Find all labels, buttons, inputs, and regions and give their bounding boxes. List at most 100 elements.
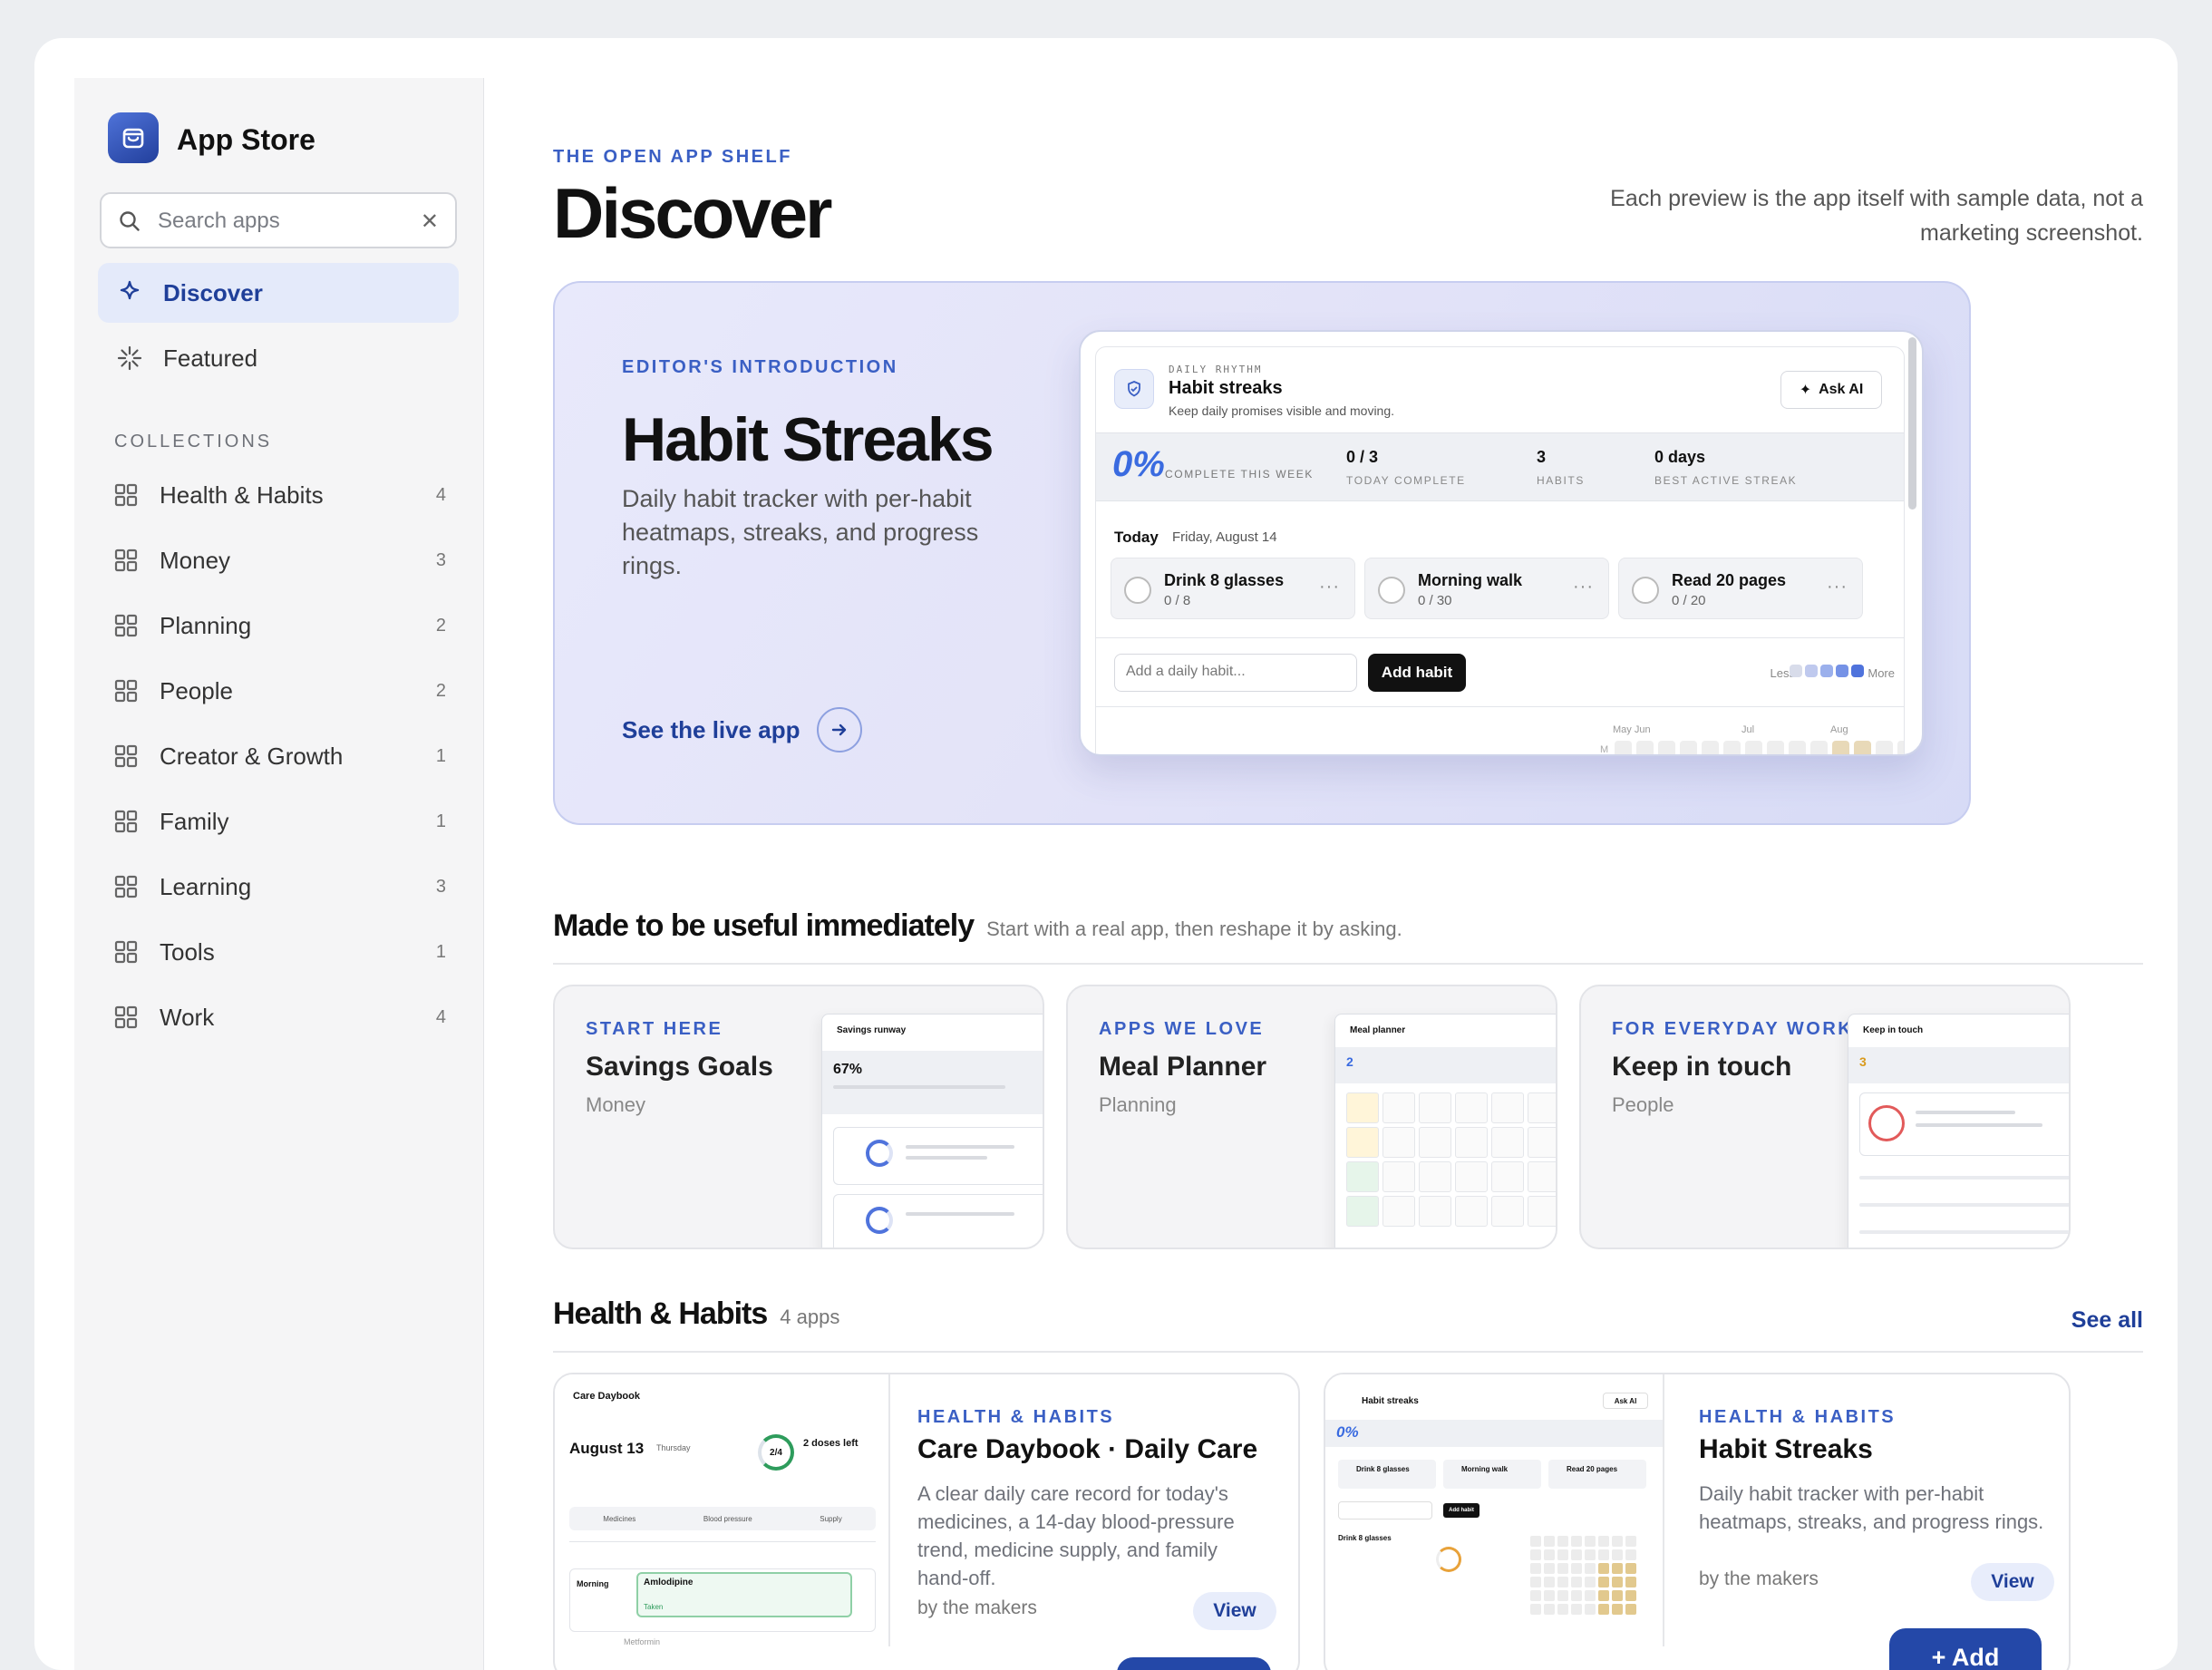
divider bbox=[1096, 637, 1904, 638]
collection-money[interactable]: Money 3 bbox=[114, 542, 446, 578]
collection-creator-growth[interactable]: Creator & Growth 1 bbox=[114, 738, 446, 774]
heatmap-cell bbox=[1636, 741, 1654, 754]
see-live-app-link[interactable]: See the live app bbox=[622, 707, 862, 752]
collection-label: Planning bbox=[160, 611, 252, 639]
month-label: May Jun bbox=[1613, 724, 1651, 735]
collection-work[interactable]: Work 4 bbox=[114, 999, 446, 1035]
heatmap-cell bbox=[1557, 1604, 1568, 1615]
burst-icon bbox=[116, 345, 143, 372]
preview-scrollbar[interactable] bbox=[1908, 337, 1916, 510]
meal-cell bbox=[1419, 1092, 1451, 1123]
heatmap-cell bbox=[1585, 1536, 1596, 1547]
grid-icon bbox=[114, 875, 138, 898]
grid-icon bbox=[114, 1005, 138, 1029]
collection-planning[interactable]: Planning 2 bbox=[114, 607, 446, 644]
clear-search-icon[interactable]: ✕ bbox=[421, 209, 439, 235]
ask-ai-button[interactable]: ✦ Ask AI bbox=[1780, 371, 1882, 409]
heatmap-cell bbox=[1876, 741, 1893, 754]
sidebar: App Store ✕ Discover Featured COLLECTION… bbox=[74, 78, 484, 1670]
month-label: Aug bbox=[1830, 724, 1848, 735]
heatmap-cell bbox=[1571, 1549, 1582, 1560]
promo-preview: Meal planner 2 bbox=[1334, 1014, 1556, 1248]
sidebar-item-featured[interactable]: Featured bbox=[98, 328, 459, 388]
add-habit-button[interactable]: Add habit bbox=[1368, 654, 1466, 692]
heatmap-cell bbox=[1544, 1536, 1555, 1547]
habit-card[interactable]: Drink 8 glasses 0 / 8 ··· bbox=[1111, 558, 1355, 619]
hero-app-preview[interactable]: DAILY RHYTHM Habit streaks Keep daily pr… bbox=[1079, 330, 1924, 756]
habit-name: Morning walk bbox=[1418, 571, 1523, 589]
main-content: THE OPEN APP SHELF Discover Each preview… bbox=[553, 38, 2143, 1670]
heatmap-cell bbox=[1625, 1590, 1636, 1601]
search-input[interactable] bbox=[158, 205, 412, 238]
collections-heading: COLLECTIONS bbox=[114, 432, 273, 451]
heatmap-cell bbox=[1571, 1590, 1582, 1601]
collection-family[interactable]: Family 1 bbox=[114, 803, 446, 840]
heatmap-cell bbox=[1612, 1590, 1623, 1601]
add-button[interactable] bbox=[1117, 1657, 1271, 1670]
preview-med: Amlodipine bbox=[644, 1578, 694, 1587]
more-icon[interactable]: ··· bbox=[1319, 577, 1340, 597]
see-all-link[interactable]: See all bbox=[2071, 1307, 2143, 1334]
app-card-habit-streaks[interactable]: Habit streaks Ask AI 0% Drink 8 glasses … bbox=[1324, 1373, 2071, 1670]
heatmap-cell bbox=[1585, 1604, 1596, 1615]
hero-description: Daily habit tracker with per-habit heatm… bbox=[622, 485, 979, 579]
collection-label: Money bbox=[160, 546, 231, 574]
heatmap-cell bbox=[1625, 1563, 1636, 1574]
heatmap-cell bbox=[1544, 1590, 1555, 1601]
habit-checkbox[interactable] bbox=[1124, 577, 1151, 604]
collection-count: 1 bbox=[435, 745, 446, 766]
collection-learning[interactable]: Learning 3 bbox=[114, 869, 446, 905]
meal-cell bbox=[1346, 1161, 1379, 1192]
view-button[interactable]: View bbox=[1971, 1563, 2054, 1601]
grid-icon bbox=[114, 679, 138, 703]
week-percent-label: COMPLETE THIS WEEK bbox=[1165, 468, 1314, 481]
more-icon[interactable]: ··· bbox=[1827, 577, 1848, 597]
add-habit-input[interactable]: Add a daily habit... bbox=[1114, 654, 1357, 692]
heatmap-cell bbox=[1832, 741, 1849, 754]
app-eyebrow: HEALTH & HABITS bbox=[1699, 1407, 1897, 1427]
meal-cell bbox=[1346, 1196, 1379, 1227]
heatmap-cell bbox=[1557, 1536, 1568, 1547]
add-button[interactable]: + Add bbox=[1889, 1628, 2042, 1670]
heatmap-cell bbox=[1612, 1577, 1623, 1587]
sidebar-item-discover[interactable]: Discover bbox=[98, 263, 459, 323]
habit-card[interactable]: Morning walk 0 / 30 ··· bbox=[1364, 558, 1609, 619]
heatmap-cell bbox=[1557, 1563, 1568, 1574]
habit-checkbox[interactable] bbox=[1632, 577, 1659, 604]
grid-icon bbox=[114, 810, 138, 833]
collection-health-habits[interactable]: Health & Habits 4 bbox=[114, 477, 446, 513]
brand-title: App Store bbox=[177, 123, 315, 156]
row-label: M bbox=[1600, 744, 1609, 755]
health-section-title: Health & Habits 4 apps bbox=[553, 1296, 840, 1331]
sidebar-item-label: Discover bbox=[163, 278, 263, 306]
collection-tools[interactable]: Tools 1 bbox=[114, 934, 446, 970]
divider bbox=[553, 1351, 2143, 1353]
ask-ai-button: Ask AI bbox=[1603, 1393, 1648, 1409]
app-card-care-daybook[interactable]: Care Daybook August 13 Thursday 2/4 2 do… bbox=[553, 1373, 1300, 1670]
doses-left: 2 doses left bbox=[803, 1438, 859, 1449]
preview-eyebrow: DAILY RHYTHM bbox=[1169, 364, 1263, 375]
page-title: Discover bbox=[553, 173, 833, 253]
promo-card-savings-goals[interactable]: START HERE Savings Goals Money Savings r… bbox=[553, 985, 1044, 1249]
view-button[interactable]: View bbox=[1193, 1592, 1276, 1630]
meal-cell bbox=[1382, 1196, 1415, 1227]
app-title: Care Daybook · Daily Care bbox=[917, 1434, 1258, 1464]
today-date: Friday, August 14 bbox=[1172, 529, 1277, 545]
meal-cell bbox=[1528, 1161, 1556, 1192]
promo-card-keep-in-touch[interactable]: FOR EVERYDAY WORK Keep in touch People K… bbox=[1579, 985, 2071, 1249]
promo-card-meal-planner[interactable]: APPS WE LOVE Meal Planner Planning Meal … bbox=[1066, 985, 1557, 1249]
habit-card[interactable]: Read 20 pages 0 / 20 ··· bbox=[1618, 558, 1863, 619]
habit-checkbox[interactable] bbox=[1378, 577, 1405, 604]
promo-title: Meal Planner bbox=[1099, 1052, 1267, 1082]
hero-card[interactable]: EDITOR'S INTRODUCTION Habit Streaks Dail… bbox=[553, 281, 1971, 825]
legend-more: More bbox=[1868, 666, 1895, 680]
collection-people[interactable]: People 2 bbox=[114, 673, 446, 709]
heatmap-cell bbox=[1854, 741, 1871, 754]
meal-cell bbox=[1419, 1127, 1451, 1158]
promo-category: Money bbox=[586, 1093, 646, 1116]
more-icon[interactable]: ··· bbox=[1573, 577, 1594, 597]
collection-label: Creator & Growth bbox=[160, 742, 344, 770]
preview-habit: Morning walk bbox=[1443, 1460, 1541, 1489]
heatmap-row bbox=[1615, 741, 1904, 754]
collection-label: Work bbox=[160, 1003, 215, 1031]
